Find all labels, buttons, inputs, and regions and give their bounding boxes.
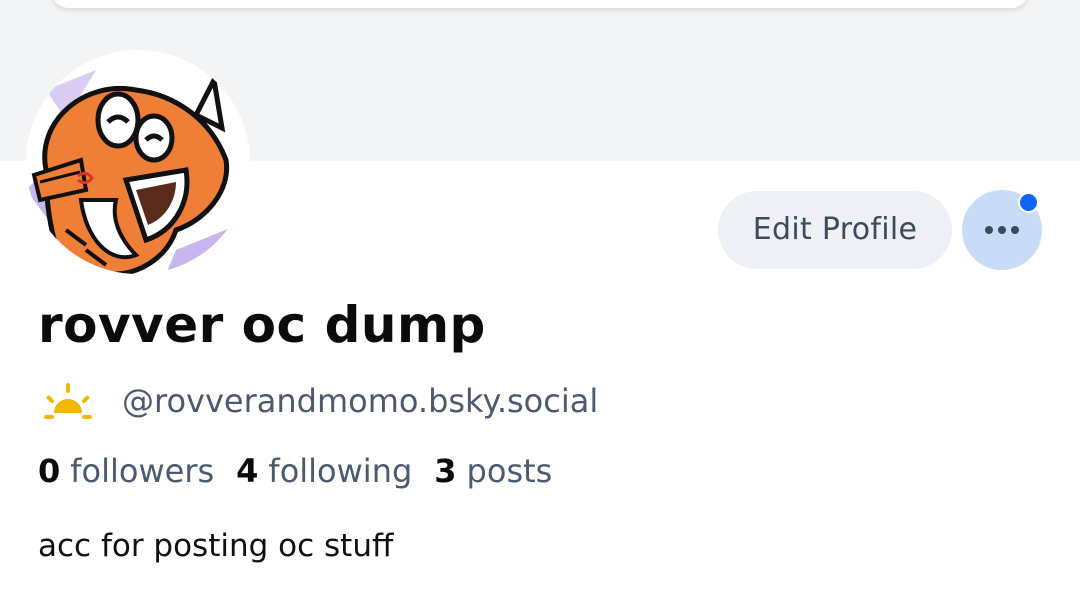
posts-count: 3 xyxy=(434,452,457,490)
display-name: rovver oc dump xyxy=(38,296,486,354)
posts-label: posts xyxy=(466,452,553,490)
profile-page: Edit Profile rovver oc dump @rovverandmo… xyxy=(0,0,1080,607)
sunrise-icon xyxy=(44,383,92,419)
notification-dot xyxy=(1018,192,1039,213)
following-label[interactable]: following xyxy=(268,452,412,490)
profile-bio: acc for posting oc stuff xyxy=(38,528,394,564)
followers-count[interactable]: 0 xyxy=(38,452,60,490)
top-card xyxy=(52,0,1028,8)
edit-profile-button[interactable]: Edit Profile xyxy=(718,191,952,269)
following-count[interactable]: 4 xyxy=(236,452,258,490)
avatar[interactable] xyxy=(26,50,250,274)
avatar-image xyxy=(26,70,250,274)
followers-label[interactable]: followers xyxy=(70,452,214,490)
handle-row: @rovverandmomo.bsky.social xyxy=(40,376,598,426)
profile-stats: 0 followers 4 following 3 posts xyxy=(38,452,574,490)
profile-handle[interactable]: @rovverandmomo.bsky.social xyxy=(122,382,598,420)
